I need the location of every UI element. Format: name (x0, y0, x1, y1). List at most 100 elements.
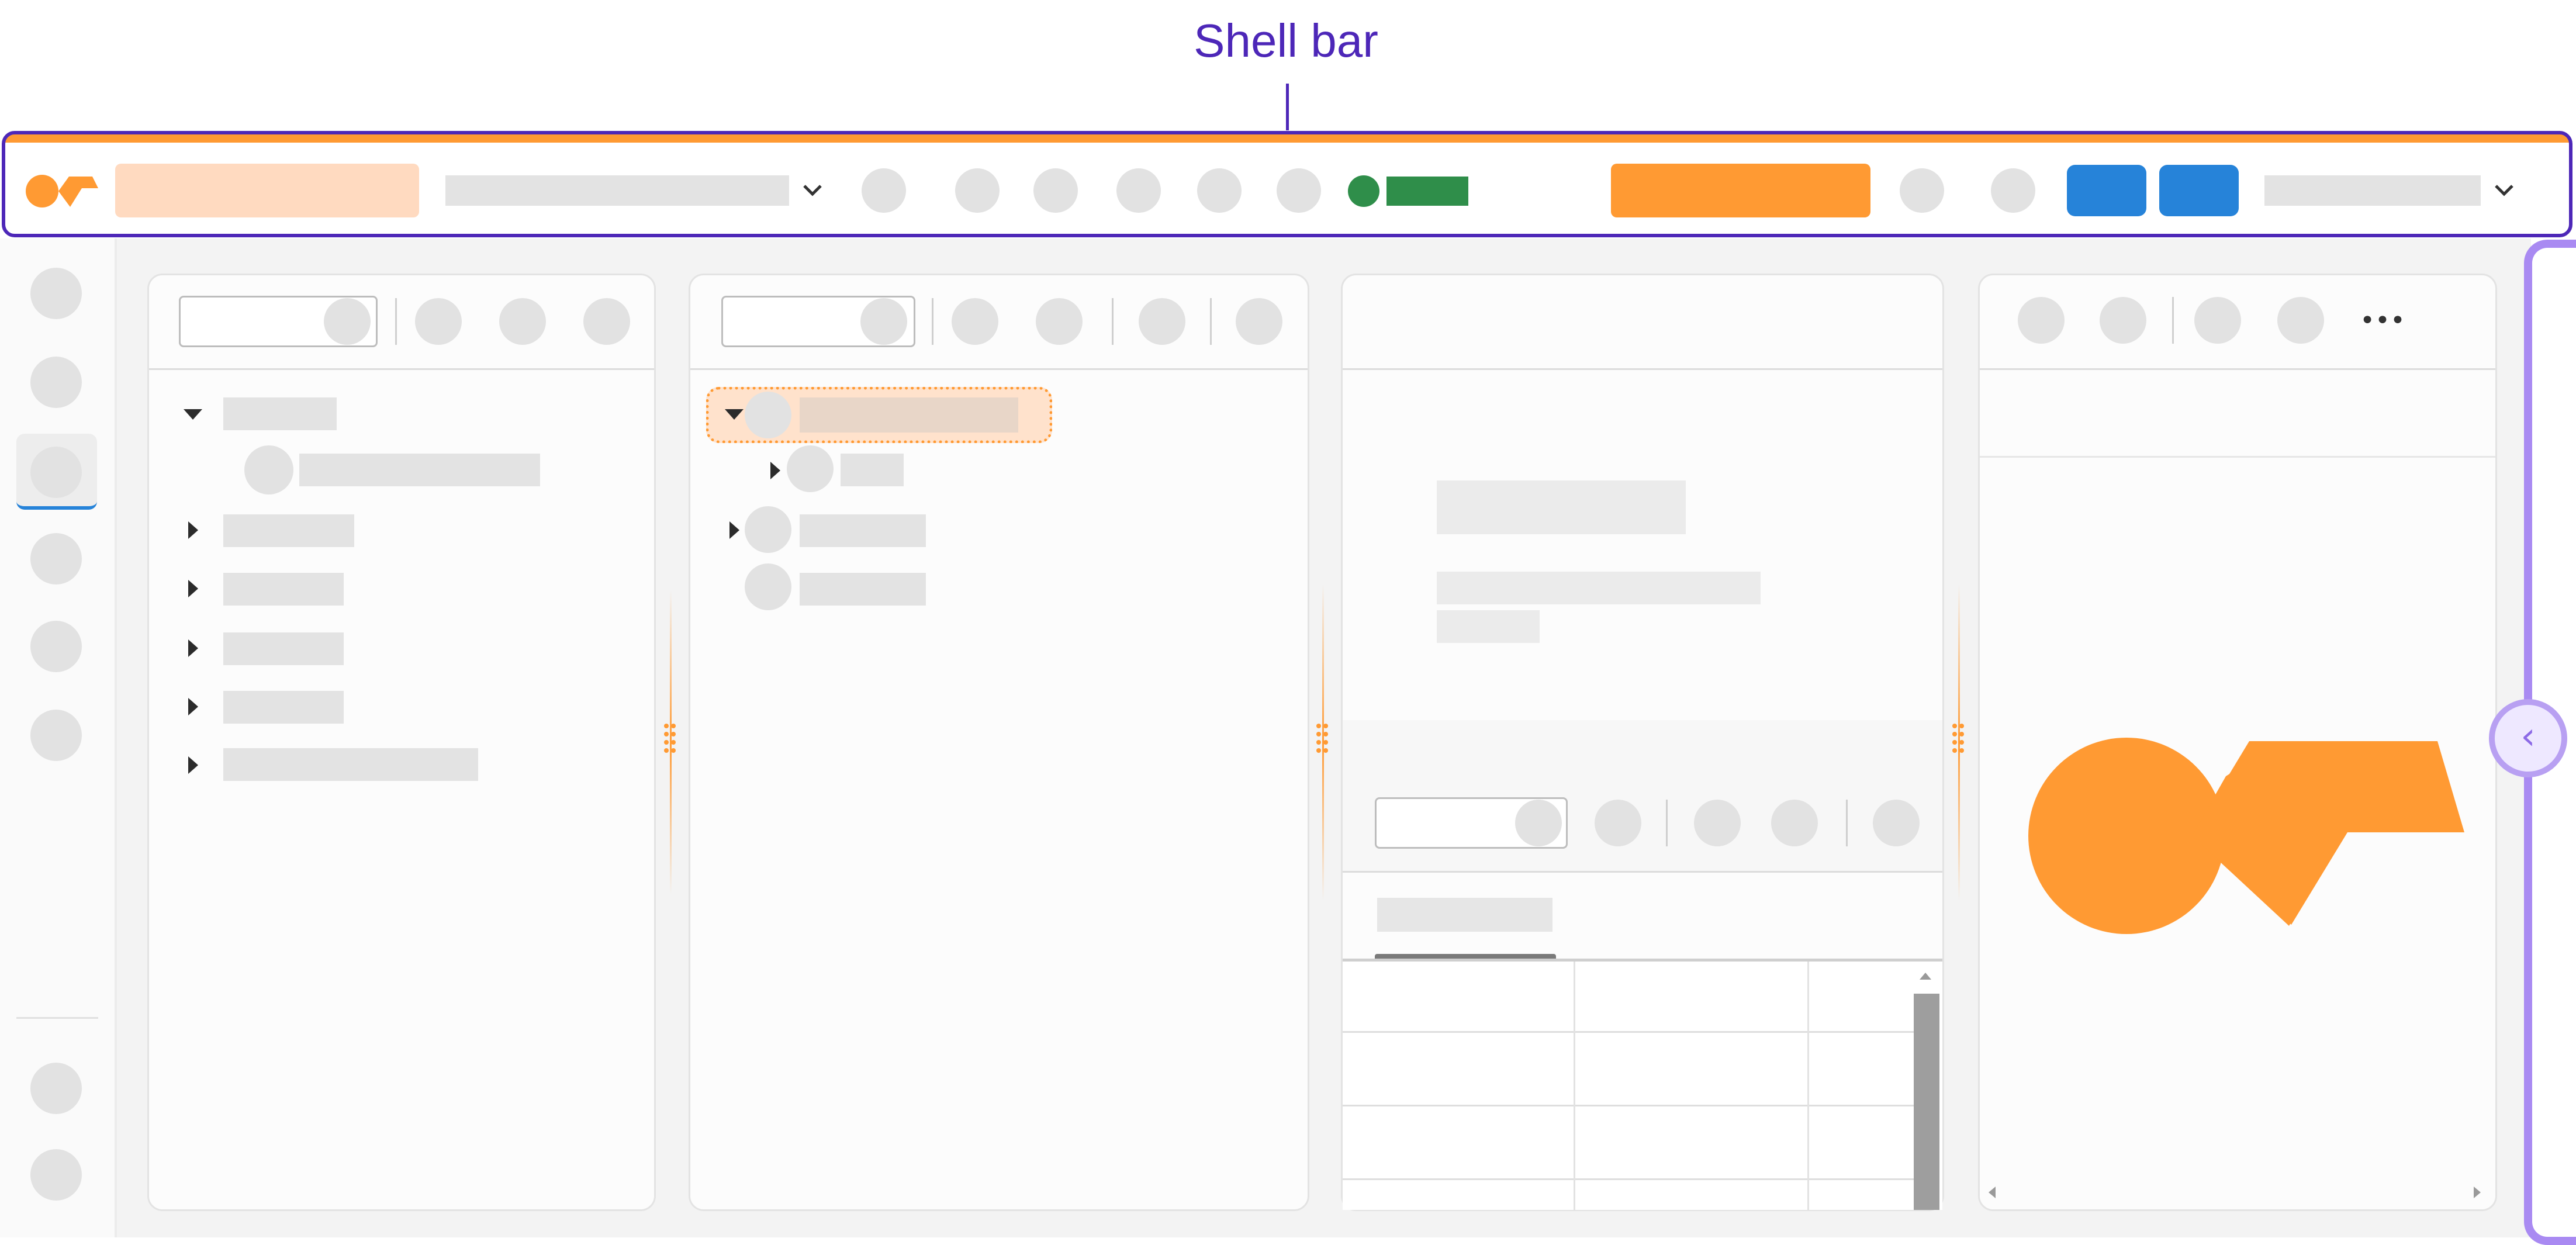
toolbar-icon[interactable] (583, 298, 630, 345)
primary-action-button[interactable] (1611, 164, 1870, 217)
toolbar-separator (932, 298, 933, 345)
table-row[interactable] (1343, 1031, 1915, 1033)
caret-down-icon[interactable] (725, 409, 744, 420)
collapse-handle-glyph: ‹ (2520, 715, 2536, 758)
panel-header-divider (690, 368, 1308, 370)
shell-action-icon[interactable] (1033, 168, 1078, 213)
toolbar-icon[interactable] (1036, 298, 1083, 345)
tree-node-icon (745, 563, 791, 610)
table-row[interactable] (1343, 1105, 1915, 1106)
tree-node[interactable] (800, 573, 926, 606)
scroll-up-icon[interactable] (1918, 970, 1932, 982)
user-menu[interactable] (2264, 175, 2481, 206)
nav-item-icon[interactable] (30, 357, 82, 408)
tree-node-label (800, 397, 1018, 433)
tree-node[interactable] (299, 454, 540, 486)
shell-action-icon[interactable] (1116, 168, 1161, 213)
search-field[interactable] (115, 164, 419, 217)
toolbar-separator (395, 298, 397, 345)
tree-node[interactable] (223, 397, 337, 430)
search-icon[interactable] (1515, 800, 1562, 846)
toolbar-icon[interactable] (2018, 297, 2065, 344)
table-toolbar-area (1343, 720, 1942, 872)
tree-node-icon (787, 445, 834, 492)
status-badge (1386, 177, 1468, 206)
table-row[interactable] (1343, 1178, 1915, 1180)
chevron-down-icon[interactable] (802, 182, 823, 199)
shell-action-icon[interactable] (862, 168, 906, 213)
nav-item-icon[interactable] (30, 533, 82, 585)
caret-right-icon[interactable] (188, 698, 198, 715)
toolbar-icon[interactable] (499, 298, 546, 345)
nav-item-icon[interactable] (30, 710, 82, 761)
caret-right-icon[interactable] (188, 756, 198, 774)
tree-node[interactable] (223, 514, 354, 547)
caret-right-icon[interactable] (188, 521, 198, 539)
panel-header-divider (149, 368, 654, 370)
toolbar-icon[interactable] (2277, 297, 2324, 344)
vertical-scrollbar[interactable] (1914, 994, 1939, 1210)
tree-node[interactable] (223, 691, 344, 724)
brand-logo-icon[interactable] (23, 171, 99, 212)
toolbar-icon[interactable] (1139, 298, 1185, 345)
detail-text-line (1437, 610, 1540, 643)
toolbar-separator (1210, 298, 1212, 345)
tree-node[interactable] (800, 514, 926, 547)
toolbar-separator (1666, 800, 1668, 846)
shell-bar-callout-label: Shell bar (1194, 15, 1378, 67)
toolbar-separator (2172, 297, 2174, 344)
scroll-left-icon[interactable] (1986, 1185, 1998, 1199)
caret-right-icon[interactable] (188, 580, 198, 597)
table-toolbar-divider (1343, 871, 1942, 873)
toolbar-icon[interactable] (952, 298, 998, 345)
tree-node-icon (244, 445, 293, 494)
tree-node[interactable] (223, 632, 344, 665)
toolbar-icon[interactable] (1694, 800, 1741, 846)
tree-node[interactable] (223, 573, 344, 606)
caret-right-icon[interactable] (770, 462, 780, 479)
toolbar-icon[interactable] (1771, 800, 1818, 846)
toolbar-icon[interactable] (1873, 800, 1920, 846)
chevron-left-icon[interactable]: ‹ (2489, 699, 2567, 777)
shell-action-icon[interactable] (1197, 168, 1242, 213)
tree-node[interactable] (223, 748, 478, 781)
toolbar-icon[interactable] (2194, 297, 2241, 344)
caret-right-icon[interactable] (729, 521, 739, 539)
caret-down-icon[interactable] (184, 409, 202, 420)
tree-node[interactable] (841, 454, 904, 486)
blue-action-button[interactable] (2159, 165, 2239, 216)
shell-action-icon[interactable] (1991, 168, 2035, 213)
status-dot-icon (1348, 175, 1379, 207)
scroll-right-icon[interactable] (2471, 1185, 2483, 1199)
panel-header-divider (1343, 368, 1942, 370)
nav-item-icon[interactable] (30, 1149, 82, 1201)
context-selector[interactable] (445, 175, 789, 206)
toolbar-icon[interactable] (1236, 298, 1282, 345)
nav-item-icon[interactable] (30, 268, 82, 319)
detail-text-line (1437, 572, 1761, 604)
caret-right-icon[interactable] (188, 639, 198, 657)
more-horizontal-icon[interactable]: ••• (2359, 300, 2406, 341)
nav-item-icon[interactable] (30, 1063, 82, 1114)
toolbar-icon[interactable] (1595, 800, 1641, 846)
search-icon[interactable] (324, 298, 371, 345)
table-tab[interactable] (1377, 898, 1552, 932)
resize-grip-icon[interactable] (664, 724, 678, 759)
blue-action-button[interactable] (2067, 165, 2146, 216)
panel-header-divider (1980, 368, 2495, 370)
preview-logo-image (2028, 738, 2464, 934)
nav-divider (16, 1017, 98, 1019)
shell-action-icon[interactable] (955, 168, 1000, 213)
resize-grip-icon[interactable] (1316, 724, 1330, 759)
toolbar-icon[interactable] (2100, 297, 2146, 344)
toolbar-icon[interactable] (415, 298, 462, 345)
tree-node-icon (745, 506, 791, 553)
resize-grip-icon[interactable] (1952, 724, 1966, 759)
nav-item-icon[interactable] (30, 621, 82, 672)
chevron-down-icon[interactable] (2494, 182, 2515, 199)
nav-item-icon[interactable] (30, 447, 82, 498)
shell-action-icon[interactable] (1900, 168, 1944, 213)
table-column-divider (1807, 962, 1809, 1210)
search-icon[interactable] (860, 298, 907, 345)
shell-action-icon[interactable] (1277, 168, 1321, 213)
